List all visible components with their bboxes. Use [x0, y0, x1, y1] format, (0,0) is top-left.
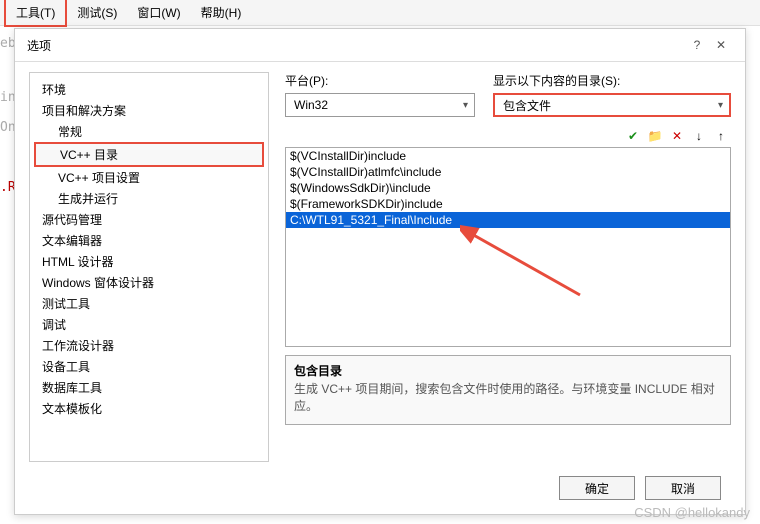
watermark: CSDN @hellokandy	[634, 505, 750, 520]
menubar: 工具(T) 测试(S) 窗口(W) 帮助(H)	[0, 0, 760, 26]
menu-help[interactable]: 帮助(H)	[191, 0, 252, 25]
menu-tools[interactable]: 工具(T)	[4, 0, 67, 27]
platform-group: 平台(P): Win32	[285, 72, 475, 117]
move-up-icon[interactable]: ↑	[711, 127, 731, 145]
list-item[interactable]: $(WindowsSdkDir)\include	[286, 180, 730, 196]
dialog-titlebar: 选项 ? ✕	[15, 29, 745, 62]
options-tree[interactable]: 环境项目和解决方案常规VC++ 目录VC++ 项目设置生成并运行源代码管理文本编…	[29, 72, 269, 462]
options-dialog: 选项 ? ✕ 环境项目和解决方案常规VC++ 目录VC++ 项目设置生成并运行源…	[14, 28, 746, 515]
menu-test[interactable]: 测试(S)	[67, 0, 127, 25]
showdir-group: 显示以下内容的目录(S): 包含文件	[493, 72, 731, 117]
tree-item[interactable]: 源代码管理	[34, 209, 264, 230]
tree-item[interactable]: 常规	[34, 121, 264, 142]
dialog-title: 选项	[27, 37, 685, 54]
description-text: 生成 VC++ 项目期间，搜索包含文件时使用的路径。与环境变量 INCLUDE …	[294, 381, 722, 415]
showdir-combo[interactable]: 包含文件	[493, 93, 731, 117]
check-icon[interactable]: ✔	[623, 127, 643, 145]
tree-item[interactable]: Windows 窗体设计器	[34, 272, 264, 293]
move-down-icon[interactable]: ↓	[689, 127, 709, 145]
tree-item[interactable]: 生成并运行	[34, 188, 264, 209]
cancel-button[interactable]: 取消	[645, 476, 721, 500]
tree-item[interactable]: 文本模板化	[34, 398, 264, 419]
platform-value: Win32	[294, 98, 328, 112]
tree-item[interactable]: 文本编辑器	[34, 230, 264, 251]
platform-combo[interactable]: Win32	[285, 93, 475, 117]
close-icon[interactable]: ✕	[709, 35, 733, 55]
tree-item[interactable]: HTML 设计器	[34, 251, 264, 272]
tree-item[interactable]: 测试工具	[34, 293, 264, 314]
menu-window[interactable]: 窗口(W)	[127, 0, 190, 25]
list-item[interactable]: $(VCInstallDir)atlmfc\include	[286, 164, 730, 180]
list-item[interactable]: $(VCInstallDir)include	[286, 148, 730, 164]
directory-list[interactable]: $(VCInstallDir)include$(VCInstallDir)atl…	[285, 147, 731, 347]
help-icon[interactable]: ?	[685, 35, 709, 55]
list-item[interactable]: C:\WTL91_5321_Final\Include	[286, 212, 730, 228]
tree-item[interactable]: VC++ 目录	[34, 142, 264, 167]
tree-item[interactable]: 调试	[34, 314, 264, 335]
tree-item[interactable]: 环境	[34, 79, 264, 100]
tree-item[interactable]: 工作流设计器	[34, 335, 264, 356]
tree-item[interactable]: 数据库工具	[34, 377, 264, 398]
tree-item[interactable]: VC++ 项目设置	[34, 167, 264, 188]
description-box: 包含目录 生成 VC++ 项目期间，搜索包含文件时使用的路径。与环境变量 INC…	[285, 355, 731, 425]
delete-icon[interactable]: ✕	[667, 127, 687, 145]
tree-item[interactable]: 设备工具	[34, 356, 264, 377]
ok-button[interactable]: 确定	[559, 476, 635, 500]
description-title: 包含目录	[294, 362, 722, 379]
platform-label: 平台(P):	[285, 72, 475, 89]
new-folder-icon[interactable]: 📁	[645, 127, 665, 145]
tree-item[interactable]: 项目和解决方案	[34, 100, 264, 121]
list-toolbar: ✔ 📁 ✕ ↓ ↑	[285, 127, 731, 145]
showdir-label: 显示以下内容的目录(S):	[493, 72, 731, 89]
list-item[interactable]: $(FrameworkSDKDir)include	[286, 196, 730, 212]
showdir-value: 包含文件	[503, 97, 551, 114]
